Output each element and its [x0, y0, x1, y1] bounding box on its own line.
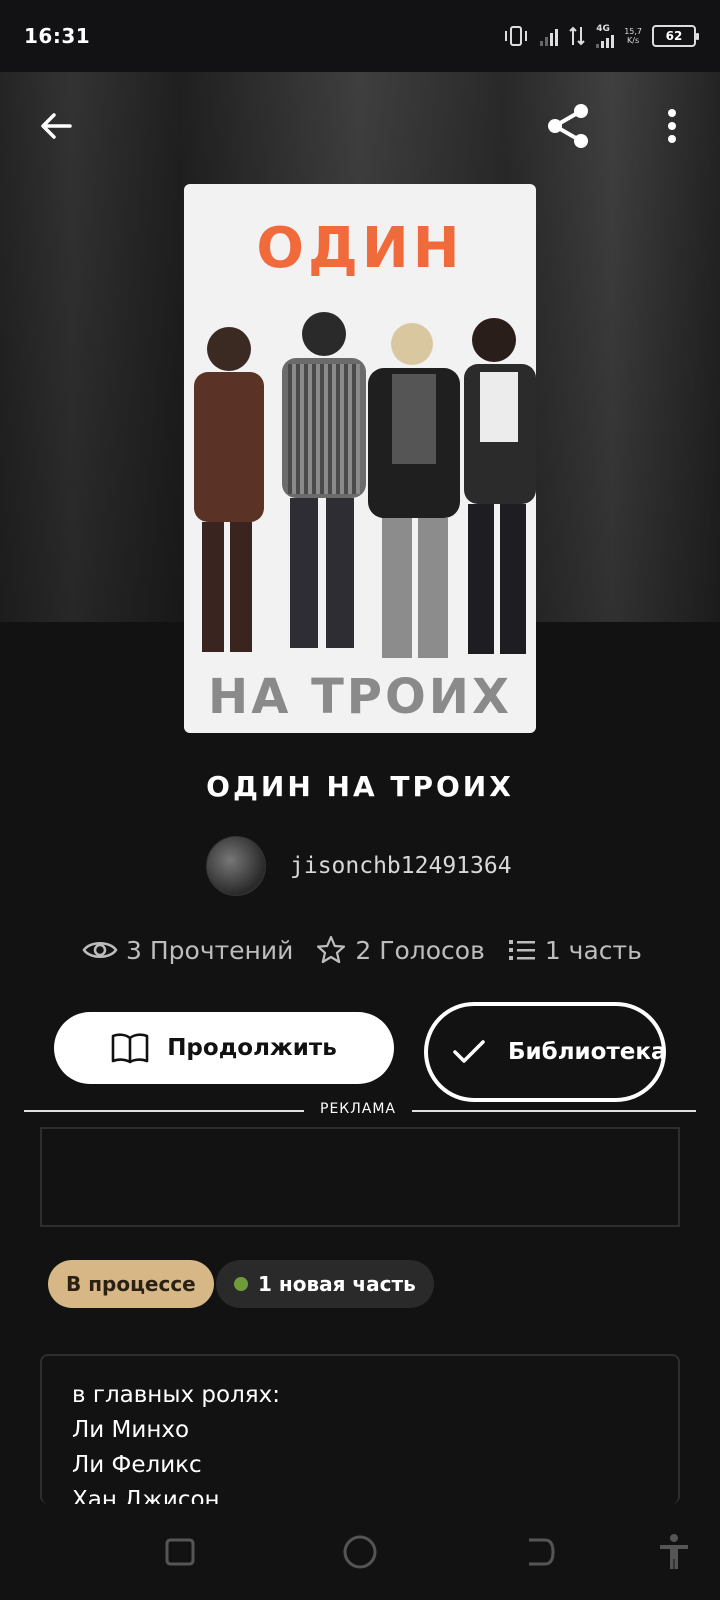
story-stats: 3 Прочтений 2 Голосов 1 часть	[82, 934, 642, 966]
home-circle-icon	[343, 1535, 377, 1569]
nav-recents-button[interactable]	[158, 1530, 202, 1574]
new-dot-icon	[234, 1277, 248, 1291]
more-options-button[interactable]	[644, 98, 700, 154]
continue-reading-button[interactable]: Продолжить	[54, 1012, 394, 1084]
signal-1-icon	[540, 26, 559, 46]
back-button[interactable]	[28, 98, 84, 154]
book-title: ОДИН НА ТРОИХ	[206, 770, 514, 803]
status-bar: 16:31 4G 15,7 K/s 62	[0, 0, 720, 72]
cover-photo	[194, 312, 536, 658]
list-icon	[508, 940, 535, 960]
signal-2-icon	[596, 34, 615, 48]
data-arrows-icon	[569, 26, 585, 46]
parts-stat: 1 часть	[507, 936, 642, 965]
back-nav-icon	[529, 1538, 555, 1566]
check-icon	[453, 1040, 485, 1063]
nav-back-button[interactable]	[518, 1530, 562, 1574]
reads-count: 3 Прочтений	[126, 935, 294, 965]
net-speed: 15,7 K/s	[624, 27, 642, 45]
nav-home-button[interactable]	[338, 1530, 382, 1574]
share-button[interactable]	[540, 98, 596, 154]
author-name[interactable]: jisonchb12491364	[290, 853, 512, 879]
network-type: 4G	[596, 24, 610, 34]
share-icon	[548, 104, 588, 148]
author-link[interactable]: jisonchb12491364	[206, 836, 512, 896]
description-line: в главных ролях:	[72, 1382, 280, 1408]
parts-count: 1 часть	[544, 935, 642, 965]
accessibility-icon	[660, 1534, 688, 1569]
star-icon	[317, 935, 346, 964]
votes-count: 2 Голосов	[355, 935, 485, 965]
status-icons: 4G 15,7 K/s 62	[502, 24, 699, 48]
accessibility-button[interactable]	[652, 1530, 696, 1574]
continue-label: Продолжить	[167, 1035, 337, 1061]
vibrate-icon	[505, 26, 528, 46]
ad-label: РЕКЛАМА	[304, 1101, 412, 1117]
system-nav-bar	[0, 1504, 720, 1600]
ad-slot[interactable]	[40, 1127, 680, 1227]
description-line: Ли Минхо	[72, 1417, 190, 1443]
recents-icon	[165, 1538, 195, 1566]
description-line: Ли Феликс	[72, 1452, 202, 1478]
cover-title: ОДИН	[256, 216, 464, 281]
library-label: Библиотека	[508, 1039, 667, 1065]
book-cover[interactable]: ОДИН НА ТРОИХ	[184, 184, 536, 733]
library-button[interactable]: Библиотека	[424, 1002, 667, 1102]
new-part-badge: 1 новая часть	[216, 1260, 434, 1308]
votes-stat: 2 Голосов	[315, 934, 485, 966]
arrow-left-icon	[41, 113, 72, 139]
description-box[interactable]: в главных ролях: Ли Минхо Ли Феликс Хан …	[40, 1354, 680, 1504]
reads-stat: 3 Прочтений	[82, 936, 293, 965]
description-line: Хан Джисон	[72, 1487, 220, 1504]
new-part-label: 1 новая часть	[258, 1272, 416, 1296]
book-open-icon	[111, 1033, 149, 1064]
more-vertical-icon	[668, 109, 676, 143]
status-time: 16:31	[24, 24, 91, 48]
status-badge: В процессе	[48, 1260, 214, 1308]
cover-subtitle: НА ТРОИХ	[208, 669, 512, 725]
author-avatar[interactable]	[206, 836, 266, 896]
eye-icon	[82, 942, 118, 958]
battery-icon: 62	[652, 25, 699, 47]
